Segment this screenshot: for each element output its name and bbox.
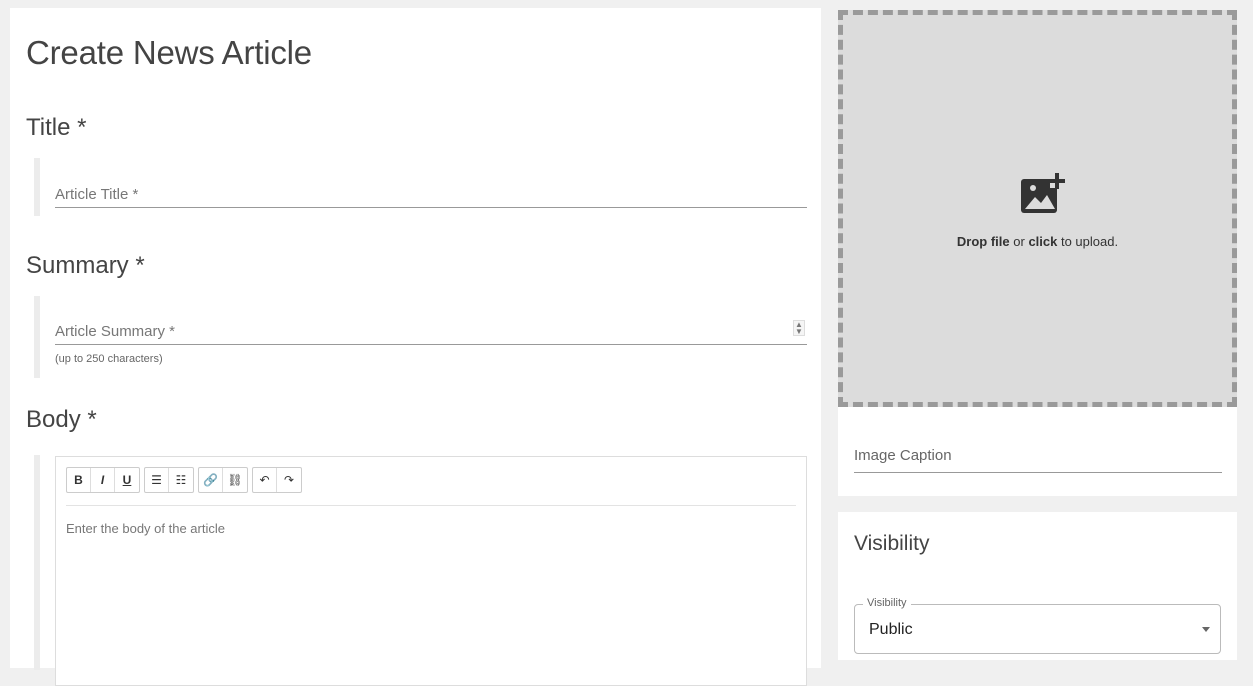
summary-section-heading: Summary * <box>26 252 145 279</box>
caption-card <box>838 407 1237 496</box>
numbered-list-icon[interactable]: ☷ <box>169 468 193 492</box>
page-title: Create News Article <box>26 34 312 71</box>
toolbar-group: ↶ ↷ <box>252 467 302 493</box>
summary-helper-text: (up to 250 characters) <box>55 353 163 365</box>
article-title-input[interactable] <box>55 176 807 212</box>
toolbar-divider <box>66 505 796 506</box>
underline-icon[interactable]: U <box>115 468 139 492</box>
add-photo-icon <box>1019 171 1067 222</box>
drop-or-text: or <box>1009 234 1029 249</box>
body-indent-bar <box>34 455 40 670</box>
title-section-heading: Title * <box>26 114 87 141</box>
bold-icon[interactable]: B <box>67 468 91 492</box>
editor-toolbar: B I U ☰ ☷ 🔗 ⛓ ↶ ↷ <box>66 467 302 495</box>
article-summary-field[interactable]: ▲▼ <box>55 307 807 349</box>
bulleted-list-icon[interactable]: ☰ <box>145 468 169 492</box>
article-summary-input[interactable] <box>55 313 807 349</box>
drop-file-text: Drop file <box>956 234 1010 249</box>
image-caption-input[interactable] <box>854 447 1222 464</box>
link-icon[interactable]: 🔗 <box>199 468 223 492</box>
toolbar-group: BIU <box>66 467 140 493</box>
article-title-field[interactable] <box>55 170 807 212</box>
to-upload-text: to upload. <box>1057 234 1119 249</box>
italic-icon[interactable]: I <box>91 468 115 492</box>
click-text: click <box>1028 234 1058 249</box>
image-caption-field[interactable] <box>854 435 1222 473</box>
image-dropzone[interactable]: Drop file or click to upload. <box>838 10 1237 407</box>
body-section-heading: Body * <box>26 406 97 433</box>
chevron-down-icon[interactable] <box>1202 627 1210 632</box>
visibility-heading: Visibility <box>854 532 930 555</box>
body-editor[interactable]: B I U ☰ ☷ 🔗 ⛓ ↶ ↷ Enter the body of the article <box>55 456 807 686</box>
undo-icon[interactable]: ↶ <box>253 468 277 492</box>
visibility-selected-value: Public <box>869 621 913 638</box>
summary-stepper[interactable]: ▲ ▼ <box>793 320 805 336</box>
article-form-card: Create News Article Title * Summary * ▲▼… <box>10 8 821 686</box>
editor-placeholder: Enter the body of the article <box>66 521 225 536</box>
unlink-icon[interactable]: ⛓ <box>223 468 247 492</box>
redo-icon[interactable]: ↷ <box>277 468 301 492</box>
visibility-select[interactable]: Visibility Public <box>854 597 1221 654</box>
visibility-card: Visibility Visibility Public <box>838 512 1237 660</box>
dropzone-instructions: Drop file or click to upload. <box>843 234 1232 249</box>
summary-indent-bar <box>34 296 40 378</box>
visibility-select-label: Visibility <box>863 597 911 609</box>
toolbar-group: ☰ ☷ <box>144 467 194 493</box>
title-indent-bar <box>34 158 40 216</box>
toolbar-group: 🔗 ⛓ <box>198 467 248 493</box>
